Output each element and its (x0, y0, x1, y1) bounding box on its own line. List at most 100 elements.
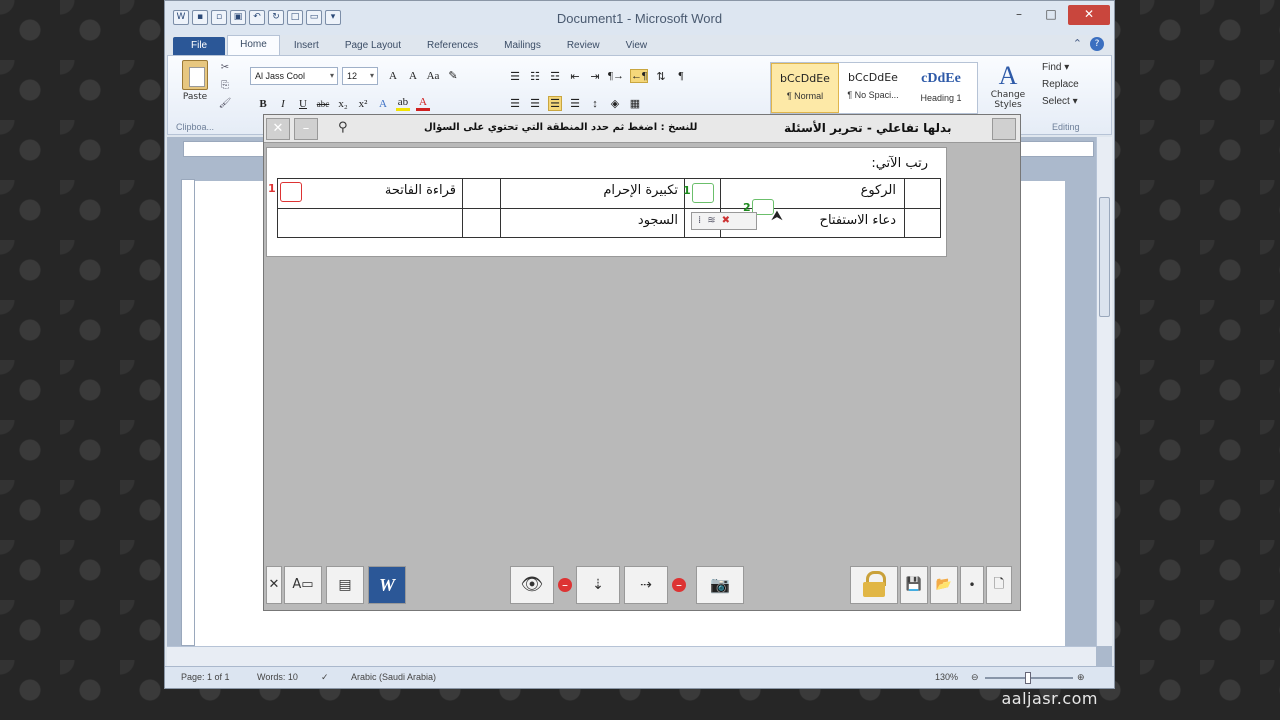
ltr-icon[interactable]: ¶→ (608, 70, 624, 82)
table-layout-button[interactable]: ▤ (326, 566, 364, 604)
grow-font-button[interactable]: A (386, 70, 400, 82)
merge-icon[interactable]: ≋ (707, 215, 715, 227)
lock-icon[interactable] (850, 566, 898, 604)
language-indicator[interactable]: Arabic (Saudi Arabia) (351, 672, 436, 682)
align-center-icon[interactable]: ☰ (528, 97, 542, 110)
clear-format-button[interactable]: ✎ (446, 69, 460, 82)
decrease-indent-icon[interactable]: ⇤ (568, 70, 582, 83)
order-box-takbira[interactable] (692, 183, 714, 203)
bold-button[interactable]: B (256, 98, 270, 110)
multilevel-icon[interactable]: ☲ (548, 70, 562, 83)
item-sujud[interactable]: السجود (638, 213, 678, 228)
new-page-icon[interactable]: 🗋 (986, 566, 1012, 604)
style-no-spacing[interactable]: bCcDdEe ¶ No Spaci... (839, 63, 907, 113)
justify-icon[interactable]: ☰ (568, 97, 582, 110)
page-count[interactable]: Page: 1 of 1 (181, 672, 230, 682)
vertical-scrollbar[interactable] (1096, 137, 1112, 646)
superscript-button[interactable]: x² (356, 98, 370, 110)
dialog-minimize-button[interactable]: – (294, 118, 318, 140)
replace-button[interactable]: Replace (1042, 79, 1079, 90)
tab-view[interactable]: View (614, 37, 660, 55)
change-case-button[interactable]: Aa (426, 70, 440, 82)
shrink-font-button[interactable]: A (406, 70, 420, 82)
find-button[interactable]: Find ▾ (1042, 62, 1079, 73)
style-heading-1[interactable]: cDdEe Heading 1 (907, 63, 975, 113)
proofing-icon[interactable]: ✓ (321, 672, 329, 683)
question-panel[interactable]: رتب الآتي: الركوع تكبيرة الإحرام قراءة ا… (266, 147, 947, 257)
select-button[interactable]: Select ▾ (1042, 96, 1079, 107)
add-row-icon[interactable]: ⇣ (576, 566, 620, 604)
zoom-slider[interactable] (985, 672, 1073, 684)
dialog-close-button[interactable]: ✕ (266, 118, 290, 140)
show-marks-icon[interactable]: ¶ (674, 70, 688, 82)
order-box-fatiha[interactable] (280, 182, 302, 202)
item-ruku[interactable]: الركوع (861, 183, 896, 198)
text-effects-icon[interactable]: A (376, 98, 390, 110)
question-editor-dialog: ✕ – ⚲ للنسخ : اضغط ثم حدد المنطقة التي ت… (263, 114, 1021, 611)
camera-icon[interactable]: 📷 (696, 566, 744, 604)
zoom-out-icon[interactable]: ⊖ (971, 672, 979, 683)
subscript-button[interactable]: x₂ (336, 98, 350, 110)
increase-indent-icon[interactable]: ⇥ (588, 70, 602, 83)
chevron-down-icon: ▾ (329, 71, 334, 80)
collapse-ribbon-icon[interactable]: ⌃ (1073, 37, 1082, 51)
italic-button[interactable]: I (276, 98, 290, 110)
paste-button[interactable]: Paste (178, 60, 212, 102)
style-normal[interactable]: bCcDdEe ¶ Normal (771, 63, 839, 113)
close-button[interactable]: ✕ (1068, 5, 1110, 25)
strikethrough-button[interactable]: abc (316, 99, 330, 109)
align-left-icon[interactable]: ☰ (508, 97, 522, 110)
format-painter-icon[interactable]: 🖌 (218, 98, 232, 110)
font-color-icon[interactable]: A (416, 96, 430, 111)
maximize-button[interactable]: □ (1036, 5, 1066, 25)
save-icon[interactable]: 💾 (900, 566, 928, 604)
preview-eye-icon[interactable]: 👁 (510, 566, 554, 604)
zoom-slider-knob[interactable] (1025, 672, 1031, 684)
rtl-icon[interactable]: ←¶ (629, 69, 648, 83)
align-icon[interactable]: ⁞ (698, 215, 701, 227)
vertical-ruler[interactable] (181, 179, 195, 646)
underline-button[interactable]: U (296, 98, 310, 110)
cut-icon[interactable]: ✂ (218, 62, 232, 74)
remove-column-icon[interactable]: – (670, 566, 688, 604)
close-toolbar-button[interactable]: ✕ (266, 566, 282, 604)
copy-icon[interactable]: ⎘ (218, 80, 232, 92)
item-fatiha[interactable]: قراءة الفاتحة (385, 183, 456, 198)
delete-cell-icon[interactable]: ✖ (722, 215, 730, 227)
word-icon[interactable]: W (368, 566, 406, 604)
bullets-icon[interactable]: ☰ (508, 70, 522, 83)
font-size-select[interactable]: 12 ▾ (342, 67, 378, 85)
align-right-icon[interactable]: ☰ (548, 96, 562, 111)
borders-icon[interactable]: ▦ (628, 97, 642, 110)
tab-file[interactable]: File (173, 37, 226, 55)
dot-icon[interactable]: • (960, 566, 984, 604)
sort-icon[interactable]: ⇅ (654, 70, 668, 83)
remove-icon[interactable]: – (556, 566, 574, 604)
line-spacing-icon[interactable]: ↕ (588, 98, 602, 110)
item-takbira[interactable]: تكبيرة الإحرام (603, 183, 678, 198)
tab-review[interactable]: Review (555, 37, 612, 55)
help-icon[interactable]: ? (1090, 37, 1104, 51)
scroll-thumb[interactable] (1099, 197, 1110, 317)
item-istiftah[interactable]: دعاء الاستفتاح (820, 213, 896, 228)
add-column-icon[interactable]: ⇢ (624, 566, 668, 604)
tab-mailings[interactable]: Mailings (492, 37, 553, 55)
tab-page-layout[interactable]: Page Layout (333, 37, 413, 55)
dialog-menu-button[interactable] (992, 118, 1016, 140)
tab-references[interactable]: References (415, 37, 490, 55)
shading-icon[interactable]: ◈ (608, 97, 622, 110)
text-box-button[interactable]: A▭ (284, 566, 322, 604)
highlight-icon[interactable]: ab (396, 96, 410, 111)
pin-icon[interactable]: ⚲ (338, 120, 348, 135)
folder-icon[interactable]: 📂 (930, 566, 958, 604)
horizontal-scrollbar[interactable] (167, 646, 1096, 666)
minimize-button[interactable]: – (1004, 5, 1034, 25)
word-count[interactable]: Words: 10 (257, 672, 298, 682)
numbering-icon[interactable]: ☷ (528, 70, 542, 83)
change-styles-button[interactable]: A Change Styles (988, 62, 1028, 111)
font-name-select[interactable]: Al Jass Cool ▾ (250, 67, 338, 85)
tab-insert[interactable]: Insert (282, 37, 331, 55)
zoom-level[interactable]: 130% (935, 672, 958, 682)
zoom-in-icon[interactable]: ⊕ (1077, 672, 1085, 683)
tab-home[interactable]: Home (227, 35, 280, 55)
